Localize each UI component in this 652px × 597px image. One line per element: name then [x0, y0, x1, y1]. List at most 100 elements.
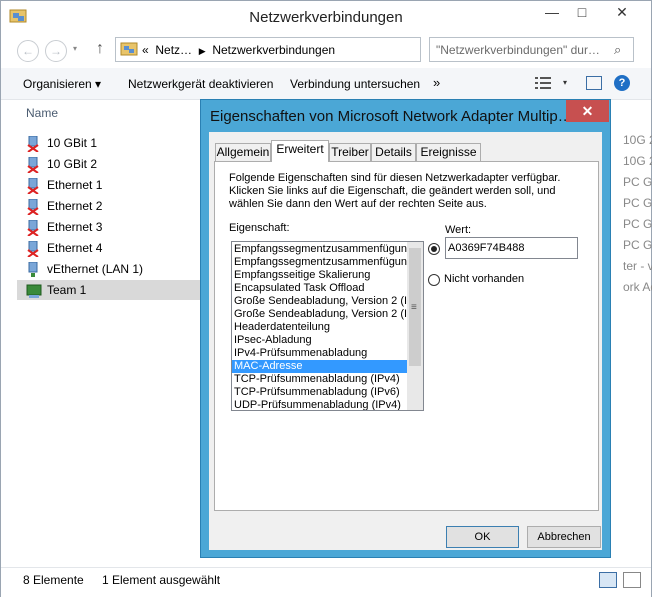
properties-dialog: Eigenschaften von Microsoft Network Adap… [200, 99, 611, 558]
breadcrumb-overflow[interactable]: « [142, 43, 149, 57]
selection-count: 1 Element ausgewählt [102, 573, 221, 587]
list-item[interactable]: Ethernet 4 [17, 238, 207, 258]
tab-treiber[interactable]: Treiber [329, 143, 371, 161]
breadcrumb-item-netzwerkverbindungen[interactable]: Netzwerkverbindungen [212, 43, 335, 57]
property-item[interactable]: IPsec-Abladung [232, 334, 407, 347]
title-bar: Netzwerkverbindungen — □ ✕ [1, 1, 651, 33]
history-dropdown-icon[interactable]: ▾ [73, 44, 77, 53]
list-item-label: Ethernet 3 [47, 220, 103, 234]
dialog-body: Allgemein Erweitert Treiber Details Erei… [209, 132, 602, 550]
tab-details[interactable]: Details [371, 143, 416, 161]
property-listbox[interactable]: Empfangssegmentzusammenfügung Empfangsse… [231, 241, 424, 411]
detail-cell: ork Ad [623, 280, 652, 294]
network-adapter-disconnected-icon [27, 136, 39, 152]
grip-icon: ≡ [411, 302, 417, 313]
list-item-selected[interactable]: Team 1 [17, 280, 207, 300]
list-item[interactable]: Ethernet 1 [17, 175, 207, 195]
breadcrumb: « Netz… ▶ Netzwerkverbindungen [142, 43, 335, 57]
search-placeholder: "Netzwerkverbindungen" dur… [436, 43, 600, 57]
diagnose-connection-button[interactable]: Verbindung untersuchen [290, 77, 420, 91]
network-team-icon [26, 284, 42, 298]
address-bar-row: ← → ▾ ↑ « Netz… ▶ Netzwerkverbindungen ▾… [1, 34, 651, 66]
back-arrow-icon[interactable]: ← [17, 40, 39, 62]
value-input[interactable]: A0369F74B488 [445, 237, 578, 259]
list-item-label: Ethernet 4 [47, 241, 103, 255]
breadcrumb-item-netz[interactable]: Netz… [155, 43, 192, 57]
detail-cell: 10G 2 [623, 154, 652, 168]
breadcrumb-separator-icon[interactable]: ▶ [199, 46, 206, 56]
property-label: Eigenschaft: [229, 222, 290, 234]
property-item[interactable]: TCP-Prüfsummenabladung (IPv6) [232, 386, 407, 399]
tab-allgemein[interactable]: Allgemein [215, 143, 271, 161]
tab-ereignisse[interactable]: Ereignisse [416, 143, 481, 161]
value-label: Wert: [445, 224, 472, 236]
large-icons-view-icon[interactable] [623, 572, 641, 588]
not-present-radio[interactable] [428, 274, 440, 286]
property-item[interactable]: Große Sendeabladung, Version 2 (IPv4) [232, 295, 407, 308]
property-item[interactable]: Encapsulated Task Offload [232, 282, 407, 295]
search-input[interactable]: "Netzwerkverbindungen" dur… ⌕ [429, 37, 634, 62]
property-item[interactable]: Empfangssegmentzusammenfügung [232, 256, 407, 269]
network-adapter-icon [28, 262, 38, 277]
network-adapter-disconnected-icon [27, 220, 39, 236]
property-item[interactable]: TCP-Prüfsummenabladung (IPv4) [232, 373, 407, 386]
property-scrollbar[interactable]: ≡ [407, 242, 423, 410]
advanced-tab-page: Folgende Eigenschaften sind für diesen N… [214, 161, 599, 511]
deactivate-device-button[interactable]: Netzwerkgerät deaktivieren [128, 77, 273, 91]
property-item-selected[interactable]: MAC-Adresse [232, 360, 407, 373]
list-item-label: Ethernet 1 [47, 178, 103, 192]
tab-erweitert[interactable]: Erweitert [271, 140, 329, 162]
property-item[interactable]: Empfangssegmentzusammenfügung [232, 243, 407, 256]
maximize-button[interactable]: □ [567, 1, 597, 23]
preview-pane-icon[interactable] [586, 76, 602, 90]
dialog-close-button[interactable]: ✕ [566, 100, 609, 122]
item-count: 8 Elemente [23, 573, 84, 587]
column-header-name[interactable]: Name [26, 106, 58, 120]
network-adapter-disconnected-icon [27, 199, 39, 215]
up-arrow-icon[interactable]: ↑ [96, 40, 104, 58]
list-item-label: Ethernet 2 [47, 199, 103, 213]
network-adapter-disconnected-icon [27, 157, 39, 173]
list-item[interactable]: vEthernet (LAN 1) [17, 259, 207, 279]
property-item[interactable]: UDP-Prüfsummenabladung (IPv4) [232, 399, 407, 410]
help-icon[interactable]: ? [614, 75, 630, 91]
search-icon[interactable]: ⌕ [614, 42, 621, 58]
list-item[interactable]: 10 GBit 2 [17, 154, 207, 174]
detail-cell: ter - virt [623, 259, 652, 273]
list-item-label: 10 GBit 1 [47, 136, 98, 150]
more-commands-icon[interactable]: » [433, 75, 440, 90]
details-view-icon[interactable] [599, 572, 617, 588]
minimize-button[interactable]: — [537, 1, 567, 23]
not-present-label[interactable]: Nicht vorhanden [444, 273, 524, 285]
detail-cell: PC Gig [623, 238, 652, 252]
ok-button[interactable]: OK [446, 526, 519, 548]
list-item[interactable]: 10 GBit 1 [17, 133, 207, 153]
detail-cell: 10G 2 [623, 133, 652, 147]
command-bar: Organisieren ▾ Netzwerkgerät deaktiviere… [1, 68, 651, 100]
list-item-label: 10 GBit 2 [47, 157, 98, 171]
view-options-icon[interactable] [535, 76, 551, 90]
description-text: Folgende Eigenschaften sind für diesen N… [229, 172, 561, 210]
status-bar: 8 Elemente 1 Element ausgewählt [1, 567, 651, 597]
list-item[interactable]: Ethernet 3 [17, 217, 207, 237]
network-adapter-disconnected-icon [27, 241, 39, 257]
property-item[interactable]: IPv4-Prüfsummenabladung [232, 347, 407, 360]
list-item-label: vEthernet (LAN 1) [47, 262, 144, 276]
view-dropdown-icon[interactable]: ▾ [563, 78, 567, 87]
list-item[interactable]: Ethernet 2 [17, 196, 207, 216]
cancel-button[interactable]: Abbrechen [527, 526, 601, 548]
list-item-label: Team 1 [47, 283, 87, 297]
forward-arrow-icon[interactable]: → [45, 40, 67, 62]
close-button[interactable]: ✕ [598, 1, 646, 23]
value-radio[interactable] [428, 243, 440, 255]
scrollbar-thumb[interactable]: ≡ [409, 248, 421, 366]
detail-cell: PC Gig [623, 217, 652, 231]
property-item[interactable]: Empfangsseitige Skalierung [232, 269, 407, 282]
detail-cell: PC Gig [623, 196, 652, 210]
details-column-clipped: 10G 2 10G 2 PC Gig PC Gig PC Gig PC Gig … [623, 130, 652, 298]
address-field[interactable]: « Netz… ▶ Netzwerkverbindungen ▾ ↻ [115, 37, 525, 62]
dialog-title: Eigenschaften von Microsoft Network Adap… [210, 108, 573, 125]
organize-menu-button[interactable]: Organisieren ▾ [23, 77, 101, 91]
property-item[interactable]: Headerdatenteilung [232, 321, 407, 334]
property-item[interactable]: Große Sendeabladung, Version 2 (IPv6) [232, 308, 407, 321]
